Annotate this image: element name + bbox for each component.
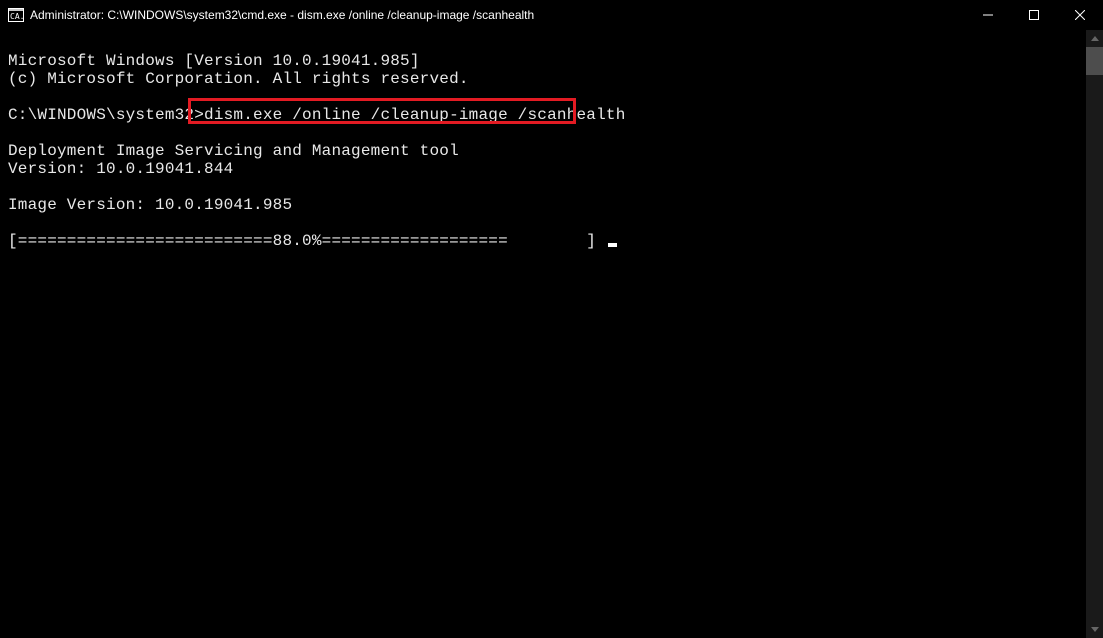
- image-version-line: Image Version: 10.0.19041.985: [8, 196, 292, 214]
- scroll-thumb[interactable]: [1086, 47, 1103, 75]
- scroll-down-button[interactable]: [1086, 621, 1103, 638]
- window-controls: [965, 0, 1103, 30]
- close-button[interactable]: [1057, 0, 1103, 30]
- console-output[interactable]: Microsoft Windows [Version 10.0.19041.98…: [0, 30, 1103, 250]
- maximize-button[interactable]: [1011, 0, 1057, 30]
- os-version-line: Microsoft Windows [Version 10.0.19041.98…: [8, 52, 420, 70]
- command-text: dism.exe /online /cleanup-image /scanhea…: [204, 106, 625, 124]
- scroll-up-button[interactable]: [1086, 30, 1103, 47]
- prompt-prefix: C:\WINDOWS\system32>: [8, 106, 204, 124]
- cursor: [608, 243, 617, 247]
- tool-name-line: Deployment Image Servicing and Managemen…: [8, 142, 459, 160]
- titlebar[interactable]: CA. Administrator: C:\WINDOWS\system32\c…: [0, 0, 1103, 30]
- vertical-scrollbar[interactable]: [1086, 30, 1103, 638]
- cmd-icon: CA.: [8, 8, 24, 22]
- tool-version-line: Version: 10.0.19041.844: [8, 160, 233, 178]
- progress-line: [==========================88.0%========…: [8, 232, 606, 250]
- svg-text:CA.: CA.: [10, 12, 24, 21]
- minimize-button[interactable]: [965, 0, 1011, 30]
- window-title: Administrator: C:\WINDOWS\system32\cmd.e…: [30, 8, 534, 22]
- copyright-line: (c) Microsoft Corporation. All rights re…: [8, 70, 469, 88]
